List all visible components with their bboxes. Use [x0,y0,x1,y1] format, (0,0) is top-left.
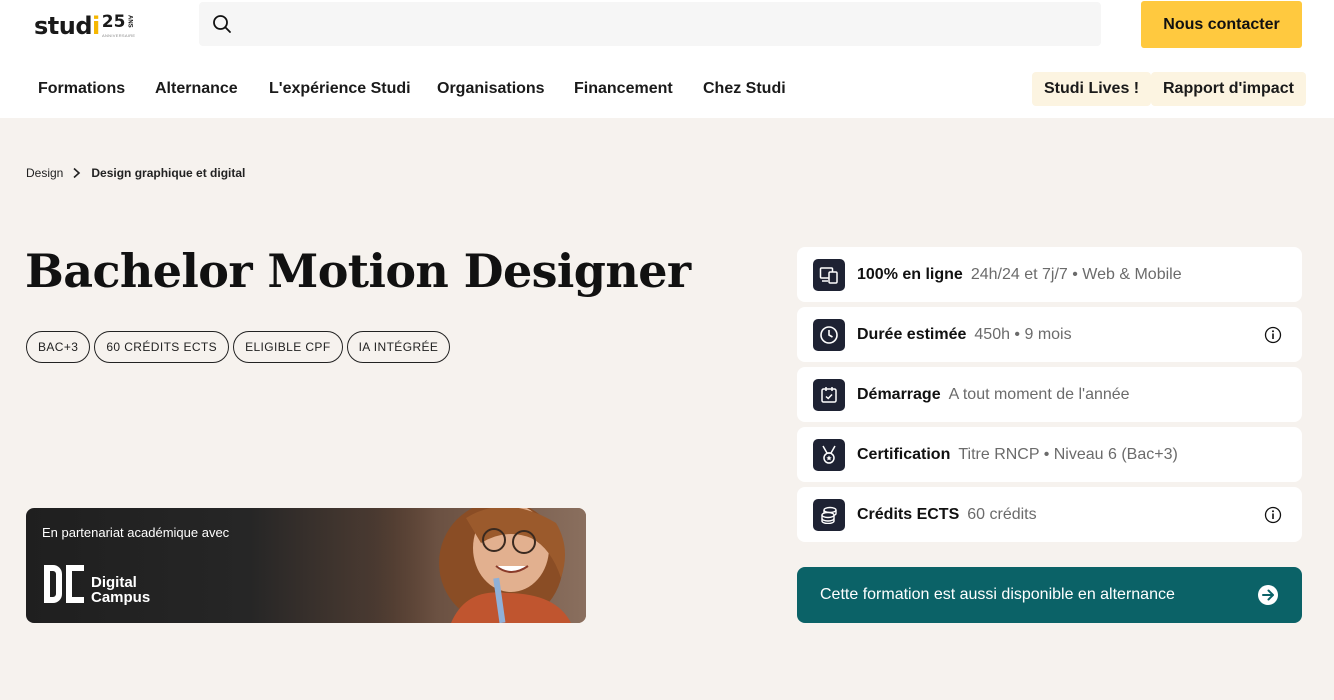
logo-subtitle: ANNIVERSAIRE [102,33,136,38]
impact-report-pill[interactable]: Rapport d'impact [1151,72,1306,106]
info-card-certification: Certification Titre RNCP • Niveau 6 (Bac+… [797,427,1302,482]
studi-logo[interactable]: studi 25 ANS ANNIVERSAIRE [34,10,136,40]
info-card-ects: Crédits ECTS 60 crédits [797,487,1302,542]
nav-item-alternance[interactable]: Alternance [155,71,238,107]
header: studi 25 ANS ANNIVERSAIRE Nous contacter… [0,0,1334,118]
logo-anniversary-number: 25 [101,12,126,32]
alternance-label: Cette formation est aussi disponible en … [820,586,1175,603]
nav-item-chez-studi[interactable]: Chez Studi [703,71,786,107]
tag-level: BAC+3 [26,331,91,363]
logo-wordmark: studi [34,12,100,40]
tag-ai: IA INTÉGRÉE [346,331,451,363]
tag-credits: 60 CRÉDITS ECTS [94,331,230,363]
partner-name: Digital Campus [91,574,151,606]
info-card-duration: Durée estimée 450h • 9 mois [797,307,1302,362]
nav-item-organisations[interactable]: Organisations [437,71,545,107]
logo-anniversary-suffix: ANS [126,15,133,28]
search-icon[interactable] [211,13,233,35]
contact-button[interactable]: Nous contacter [1141,1,1302,48]
tag-cpf: ELIGIBLE CPF [233,331,343,363]
alternance-banner[interactable]: Cette formation est aussi disponible en … [797,567,1302,623]
search-bar[interactable] [199,2,1101,46]
page-title: Bachelor Motion Designer [25,244,691,298]
coins-icon [813,499,845,531]
studi-lives-pill[interactable]: Studi Lives ! [1032,72,1152,106]
arrow-right-circle-icon[interactable] [1257,584,1279,606]
student-photo [356,508,586,623]
info-label: Durée estimée [857,326,967,343]
info-value: 24h/24 et 7j/7 • Web & Mobile [970,266,1182,283]
calendar-check-icon [813,379,845,411]
info-card-start: Démarrage A tout moment de l'année [797,367,1302,422]
partner-banner[interactable]: En partenariat académique avec Digital C… [26,508,586,623]
nav-item-financement[interactable]: Financement [574,71,673,107]
info-circle-icon[interactable] [1264,506,1282,524]
breadcrumb-item-current: Design graphique et digital [91,166,246,180]
info-circle-icon[interactable] [1264,326,1282,344]
nav-item-formations[interactable]: Formations [38,71,125,107]
course-tags: BAC+3 60 CRÉDITS ECTS ELIGIBLE CPF IA IN… [26,331,451,363]
digital-campus-logo-icon [44,565,84,603]
search-input[interactable] [245,2,1085,46]
breadcrumb-item-design[interactable]: Design [26,166,63,180]
info-value: 450h • 9 mois [974,326,1072,343]
info-label: Démarrage [857,386,941,403]
clock-icon [813,319,845,351]
info-value: A tout moment de l'année [948,386,1130,403]
medal-icon [813,439,845,471]
nav-item-experience[interactable]: L'expérience Studi [269,71,411,107]
info-label: 100% en ligne [857,266,963,283]
partner-intro: En partenariat académique avec [42,525,230,540]
chevron-right-icon [73,167,81,179]
info-label: Certification [857,446,951,463]
info-value: Titre RNCP • Niveau 6 (Bac+3) [958,446,1178,463]
breadcrumb: Design Design graphique et digital [26,164,245,182]
info-label: Crédits ECTS [857,506,960,523]
info-value: 60 crédits [967,506,1037,523]
devices-icon [813,259,845,291]
info-card-online: 100% en ligne 24h/24 et 7j/7 • Web & Mobi… [797,247,1302,302]
